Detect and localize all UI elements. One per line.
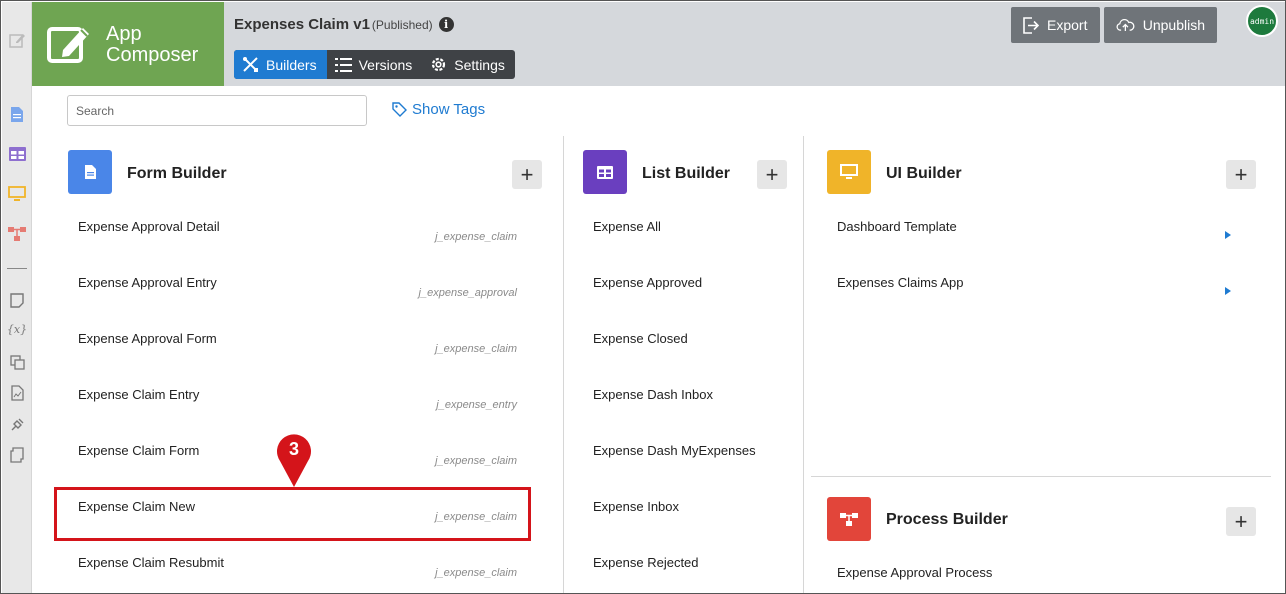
list-builder-title: List Builder [642,165,731,182]
brand-text: App Composer [106,24,198,66]
form-item[interactable]: Expense Approval Form [78,331,217,346]
variables-icon[interactable]: {x} [7,319,27,339]
ui-builder-title: UI Builder [886,165,962,182]
form-builder-icon [68,150,112,194]
app-composer-brand[interactable]: App Composer [32,2,224,86]
user-avatar[interactable]: admin [1246,5,1278,37]
column-divider [803,136,804,593]
form-item[interactable]: Expense Claim Form [78,443,199,458]
form-item-tag: j_expense_entry [436,399,517,411]
ui-builder-icon [827,150,871,194]
brand-line-1: App [106,23,142,45]
app-title: Expenses Claim v1 (Published) i [234,16,454,33]
edit-icon[interactable] [7,30,27,50]
left-icon-rail: {x} [2,2,32,593]
process-icon[interactable] [7,224,27,244]
list-item[interactable]: Expense Approved [593,275,702,290]
show-tags-label: Show Tags [412,101,486,118]
tab-settings[interactable]: Settings [422,50,515,79]
list-icon [334,57,352,72]
form-item-tag: j_expense_claim [435,343,517,355]
add-form-button[interactable]: + [512,160,542,189]
column-divider [563,136,564,593]
ui-monitor-icon[interactable] [7,184,27,204]
add-list-button[interactable]: + [757,160,787,189]
form-item-tag: j_expense_claim [435,455,517,467]
tools-icon [243,57,258,72]
list-item[interactable]: Expense All [593,219,661,234]
ui-item[interactable]: Expenses Claims App [837,275,963,290]
tab-settings-label: Settings [454,56,505,73]
search-input[interactable] [67,95,367,126]
section-divider [811,476,1271,477]
form-item[interactable]: Expense Approval Entry [78,275,217,290]
highlight-box [54,487,531,541]
list-item[interactable]: Expense Closed [593,331,688,346]
builder-tabs: Builders Versions Settings [234,50,515,79]
step-number: 3 [288,439,299,459]
tab-builders[interactable]: Builders [234,50,327,79]
export-button[interactable]: Export [1011,7,1100,43]
add-process-button[interactable]: + [1226,507,1256,536]
app-name: Expenses Claim v1 [234,16,370,33]
add-ui-button[interactable]: + [1226,160,1256,189]
process-builder-title: Process Builder [886,511,1008,528]
scroll-icon[interactable] [7,445,27,465]
note-icon[interactable] [7,290,27,310]
form-icon[interactable] [7,104,27,124]
form-item[interactable]: Expense Claim Resubmit [78,555,224,570]
translate-icon[interactable] [7,352,27,372]
unpublish-button[interactable]: Unpublish [1104,7,1217,43]
publish-status: (Published) [371,17,433,32]
tab-versions-label: Versions [358,56,413,73]
tab-versions[interactable]: Versions [327,50,423,79]
form-item-tag: j_expense_claim [435,231,517,243]
report-icon[interactable] [7,383,27,403]
form-item[interactable]: Expense Claim Entry [78,387,199,402]
show-tags-link[interactable]: Show Tags [392,101,485,118]
export-label: Export [1047,17,1088,33]
list-item[interactable]: Expense Rejected [593,555,699,570]
app-composer-window: {x} App Composer Expenses Claim v1 (Publ… [0,0,1286,594]
info-icon[interactable]: i [438,17,454,32]
list-icon[interactable] [7,144,27,164]
form-item-tag: j_expense_claim [435,567,517,579]
export-icon [1023,16,1039,34]
launch-play-icon[interactable] [1225,287,1231,295]
list-item[interactable]: Expense Dash Inbox [593,387,713,402]
rail-divider [7,268,27,269]
process-item[interactable]: Expense Approval Process [837,565,992,580]
header-bar: App Composer Expenses Claim v1 (Publishe… [32,2,1285,86]
cloud-upload-icon [1116,19,1135,31]
unpublish-label: Unpublish [1142,17,1205,33]
form-item[interactable]: Expense Approval Detail [78,219,220,234]
list-item[interactable]: Expense Inbox [593,499,679,514]
ui-item[interactable]: Dashboard Template [837,219,957,234]
form-item-tag: j_expense_approval [418,287,517,299]
tab-builders-label: Builders [266,56,317,73]
process-builder-icon [827,497,871,541]
brand-line-2: Composer [106,44,199,66]
composer-edit-icon [47,27,89,63]
list-item[interactable]: Expense Dash MyExpenses [593,443,756,458]
tag-icon [392,102,407,117]
gear-icon [432,57,446,72]
plugin-icon[interactable] [7,414,27,434]
form-builder-title: Form Builder [127,165,227,182]
launch-play-icon[interactable] [1225,231,1231,239]
list-builder-icon [583,150,627,194]
